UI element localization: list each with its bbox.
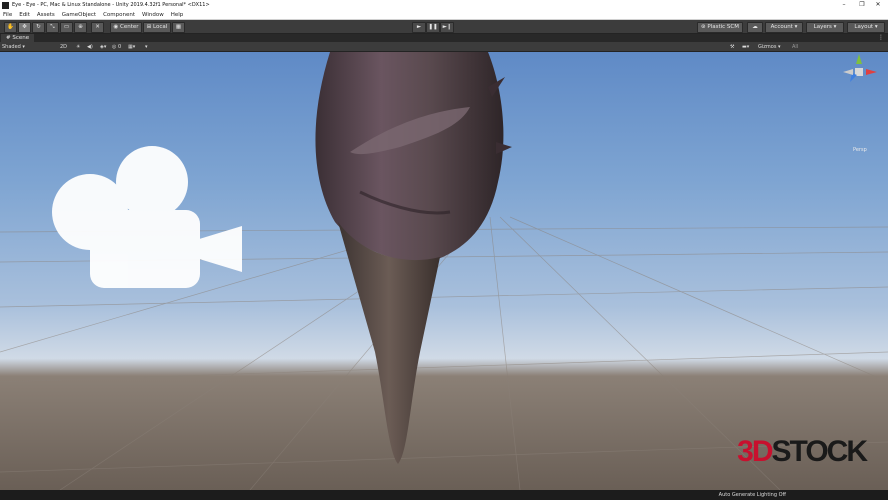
watermark-3d: 3D (737, 435, 773, 468)
camera-gizmo-icon[interactable] (52, 146, 242, 288)
minimize-button[interactable]: – (836, 0, 852, 10)
plastic-scm-label: Plastic SCM (707, 24, 739, 30)
space-icon: ⊞ (146, 24, 152, 30)
shading-mode-dropdown[interactable]: Shaded (2, 43, 54, 51)
menu-bar: File Edit Assets GameObject Component Wi… (0, 10, 888, 20)
scene-toolbar: Shaded 2D ☀ ◀) ◈▾ ◎ 0 ▦▾ ▾ ⚒ ▬▾ Gizmos A… (0, 42, 888, 52)
mode-2d-toggle[interactable]: 2D (60, 43, 67, 51)
audio-toggle-icon[interactable]: ◀) (87, 43, 93, 51)
close-button[interactable]: ✕ (870, 0, 886, 10)
menu-assets[interactable]: Assets (37, 12, 55, 18)
pause-button[interactable]: ❚❚ (426, 22, 440, 33)
menu-gameobject[interactable]: GameObject (62, 12, 96, 18)
rotate-tool-icon[interactable]: ↻ (32, 22, 45, 33)
space-label: Local (153, 24, 168, 30)
camera-settings-icon[interactable]: ▬▾ (742, 43, 749, 51)
hand-tool-icon[interactable]: ✋ (4, 22, 17, 33)
scale-tool-icon[interactable]: ⤡ (46, 22, 59, 33)
tab-scene[interactable]: # Scene (1, 34, 35, 42)
account-dropdown[interactable]: Account (765, 22, 803, 33)
window-titlebar: Eye - Eye - PC, Mac & Linux Standalone -… (0, 0, 888, 10)
pause-icon: ❚❚ (428, 24, 438, 30)
window-title: Eye - Eye - PC, Mac & Linux Standalone -… (12, 2, 210, 8)
grid-toggle-icon[interactable]: ▦▾ (128, 43, 135, 51)
plastic-scm-icon: ⊛ (701, 24, 706, 30)
custom-tool-icon[interactable]: ✕ (91, 22, 104, 33)
menu-window[interactable]: Window (142, 12, 164, 18)
maximize-button[interactable]: ❐ (854, 0, 870, 10)
transform-tool-icon[interactable]: ⊕ (74, 22, 87, 33)
pivot-label: Center (120, 24, 139, 30)
status-bar: Auto Generate Lighting Off (0, 490, 888, 500)
step-button[interactable]: ►❙ (440, 22, 454, 33)
move-tool-icon[interactable]: ✥ (18, 22, 31, 33)
unity-logo-icon (2, 1, 9, 9)
menu-help[interactable]: Help (171, 12, 184, 18)
watermark-stock: STOCK (771, 435, 868, 468)
pivot-icon: ◉ (113, 24, 119, 30)
lighting-status[interactable]: Auto Generate Lighting Off (719, 490, 786, 500)
tab-bar: # Scene ⋮ (0, 34, 888, 42)
snap-grid-icon[interactable]: ▦ (172, 22, 185, 33)
layout-dropdown[interactable]: Layout (847, 22, 885, 33)
tools-dropdown-icon[interactable]: ▾ (145, 43, 148, 51)
projection-label[interactable]: Persp (853, 147, 867, 153)
play-icon: ► (416, 24, 422, 30)
scene-search-input[interactable]: All (792, 43, 816, 51)
step-icon: ►❙ (442, 24, 452, 30)
scene-tab-icon: # (6, 35, 11, 41)
rect-tool-icon[interactable]: ▭ (60, 22, 73, 33)
play-button[interactable]: ► (412, 22, 426, 33)
effects-dropdown-icon[interactable]: ◈▾ (100, 43, 106, 51)
lighting-toggle-icon[interactable]: ☀ (76, 43, 80, 51)
scene-viewport[interactable]: Persp 3DSTOCK (0, 52, 888, 490)
plastic-scm-button[interactable]: ⊛ Plastic SCM (697, 22, 743, 33)
scene-tab-label: Scene (12, 35, 30, 41)
menu-component[interactable]: Component (103, 12, 135, 18)
orientation-gizmo-icon[interactable] (843, 54, 877, 82)
watermark-logo: 3DSTOCK (737, 435, 868, 469)
tab-menu-icon[interactable]: ⋮ (878, 34, 884, 42)
menu-file[interactable]: File (3, 12, 12, 18)
menu-edit[interactable]: Edit (19, 12, 30, 18)
hidden-objects-icon[interactable]: ◎ 0 (112, 43, 121, 51)
main-toolbar: ✋ ✥ ↻ ⤡ ▭ ⊕ ✕ ◉ Center ⊞ Local ▦ ► ❚❚ ►❙… (0, 20, 888, 34)
pivot-center-button[interactable]: ◉ Center (110, 22, 142, 33)
cloud-icon[interactable]: ☁ (747, 22, 763, 33)
space-local-button[interactable]: ⊞ Local (143, 22, 171, 33)
gizmos-dropdown[interactable]: Gizmos (758, 43, 781, 51)
layers-dropdown[interactable]: Layers (806, 22, 844, 33)
tools-wrench-icon[interactable]: ⚒ (730, 43, 734, 51)
